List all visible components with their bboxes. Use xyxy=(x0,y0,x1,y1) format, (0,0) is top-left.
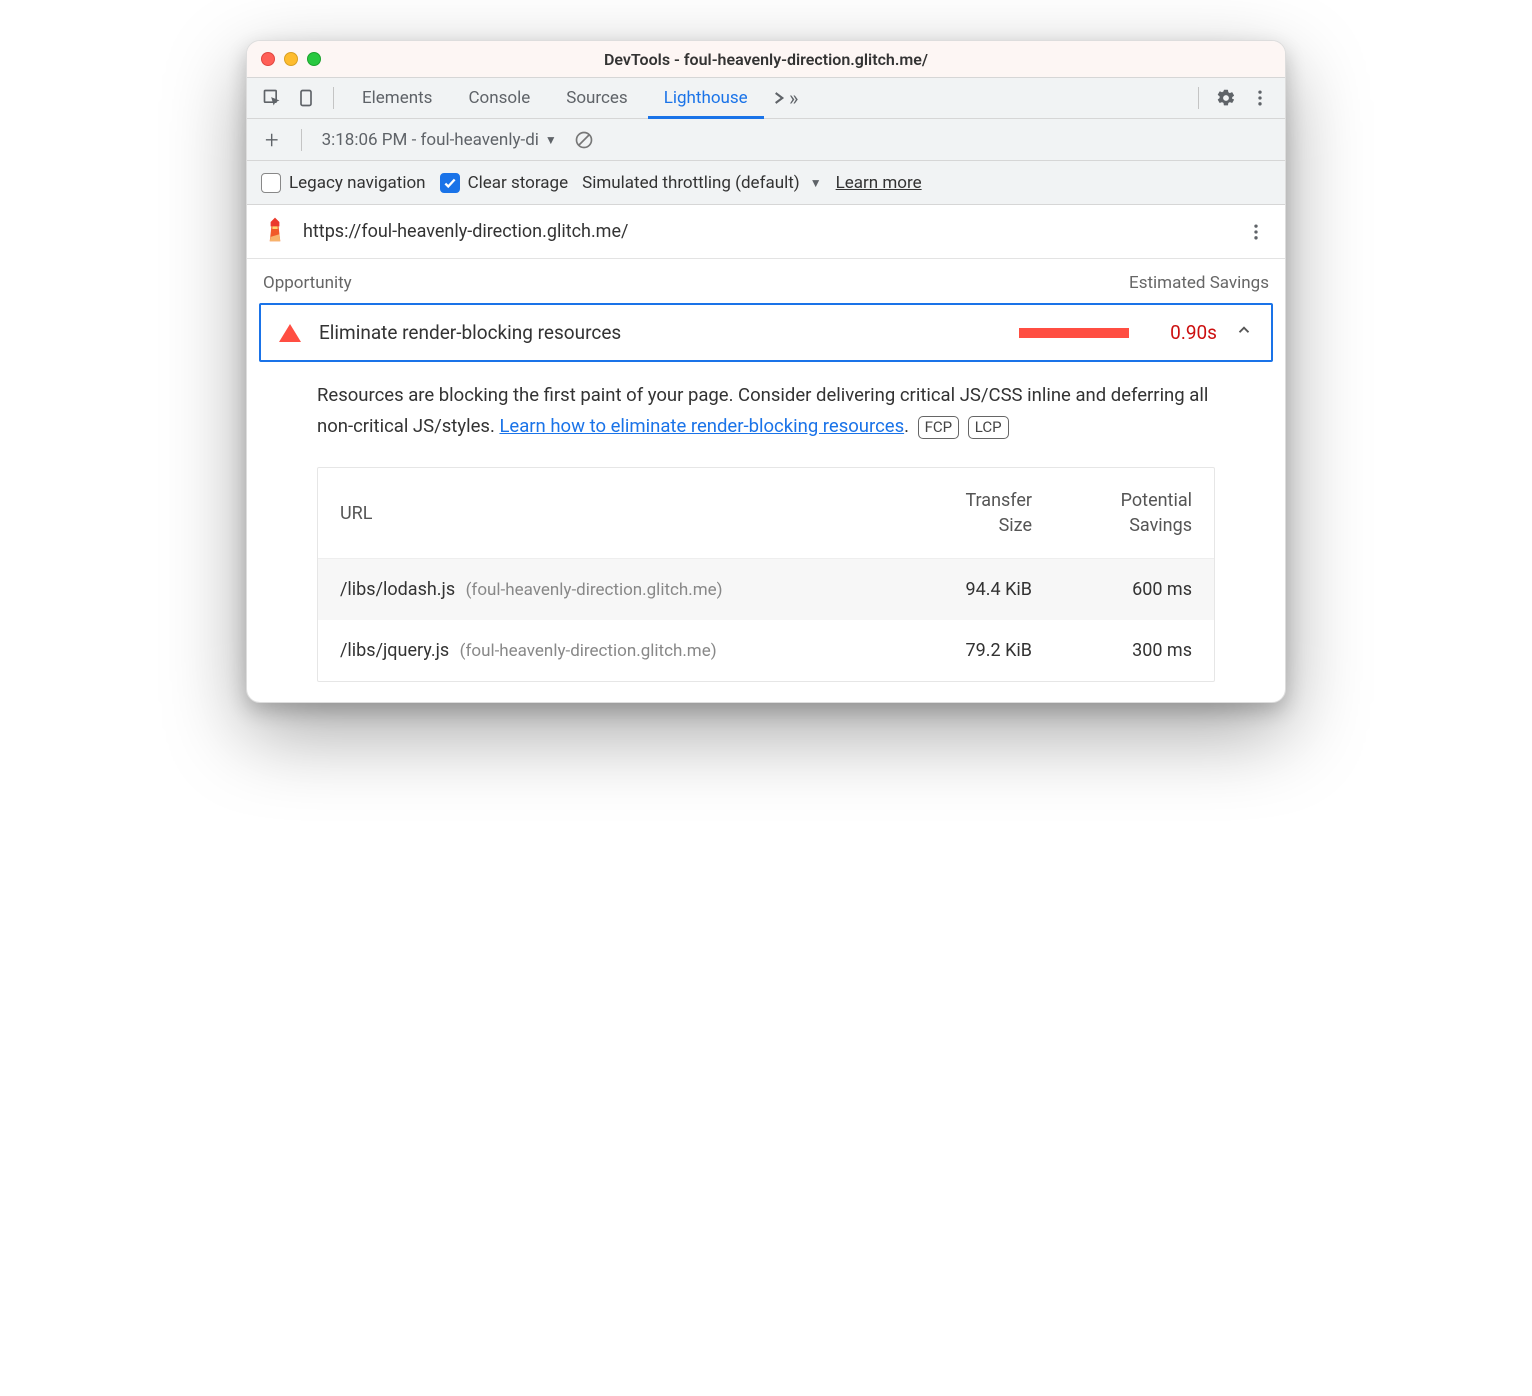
resource-savings: 300 ms xyxy=(1032,640,1192,661)
tab-lighthouse[interactable]: Lighthouse xyxy=(648,77,764,119)
dropdown-caret-icon: ▼ xyxy=(810,176,822,190)
table-row: /libs/jquery.js (foul-heavenly-direction… xyxy=(318,620,1214,681)
checkbox-unchecked-icon xyxy=(261,173,281,193)
legacy-navigation-checkbox[interactable]: Legacy navigation xyxy=(261,173,426,193)
resource-size: 79.2 KiB xyxy=(872,640,1032,661)
desc-text-2: . xyxy=(904,415,909,437)
titlebar: DevTools - foul-heavenly-direction.glitc… xyxy=(247,41,1285,77)
traffic-lights xyxy=(261,52,321,66)
audit-savings-value: 0.90s xyxy=(1147,321,1217,344)
throttling-selector[interactable]: Simulated throttling (default) ▼ xyxy=(582,173,821,193)
inspect-element-icon[interactable] xyxy=(257,83,287,113)
col-header-size: Transfer Size xyxy=(872,488,1032,538)
zoom-window-button[interactable] xyxy=(307,52,321,66)
tab-console[interactable]: Console xyxy=(452,77,546,119)
kebab-menu-icon[interactable] xyxy=(1245,83,1275,113)
tab-elements[interactable]: Elements xyxy=(346,77,448,119)
close-window-button[interactable] xyxy=(261,52,275,66)
throttling-label: Simulated throttling (default) xyxy=(582,173,800,193)
minimize-window-button[interactable] xyxy=(284,52,298,66)
new-report-button[interactable]: + xyxy=(257,126,287,154)
audited-url-row: https://foul-heavenly-direction.glitch.m… xyxy=(247,205,1285,259)
dropdown-caret-icon: ▼ xyxy=(545,133,557,147)
lighthouse-options: Legacy navigation Clear storage Simulate… xyxy=(247,161,1285,205)
more-tabs-icon[interactable]: » xyxy=(768,83,798,113)
resources-table: URL Transfer Size Potential Savings /lib… xyxy=(317,467,1215,682)
audited-url: https://foul-heavenly-direction.glitch.m… xyxy=(303,221,628,242)
resource-size: 94.4 KiB xyxy=(872,579,1032,600)
estimated-savings-heading: Estimated Savings xyxy=(1129,273,1269,293)
report-menu-icon[interactable] xyxy=(1241,217,1271,247)
table-header-row: URL Transfer Size Potential Savings xyxy=(318,468,1214,559)
report-label: 3:18:06 PM - foul-heavenly-di xyxy=(322,130,539,150)
panel-tabs: Elements Console Sources Lighthouse » xyxy=(247,77,1285,119)
resource-host: (foul-heavenly-direction.glitch.me) xyxy=(466,580,723,600)
audit-description: Resources are blocking the first paint o… xyxy=(247,374,1285,457)
devtools-window: DevTools - foul-heavenly-direction.glitc… xyxy=(246,40,1286,703)
divider xyxy=(333,87,334,109)
chevron-up-icon xyxy=(1235,321,1253,344)
clear-icon[interactable] xyxy=(569,125,599,155)
audit-title: Eliminate render-blocking resources xyxy=(319,321,621,344)
resource-path: /libs/lodash.js xyxy=(340,579,455,600)
divider xyxy=(301,129,302,151)
checkbox-checked-icon xyxy=(440,173,460,193)
tab-sources[interactable]: Sources xyxy=(550,77,643,119)
col-header-savings: Potential Savings xyxy=(1032,488,1192,538)
report-selector[interactable]: 3:18:06 PM - foul-heavenly-di ▼ xyxy=(316,130,563,150)
opportunity-heading: Opportunity xyxy=(263,273,352,293)
lighthouse-toolbar: + 3:18:06 PM - foul-heavenly-di ▼ xyxy=(247,119,1285,161)
col-header-url: URL xyxy=(340,503,872,524)
resource-path: /libs/jquery.js xyxy=(340,640,449,661)
window-title: DevTools - foul-heavenly-direction.glitc… xyxy=(247,50,1285,69)
clear-storage-checkbox[interactable]: Clear storage xyxy=(440,173,569,193)
resource-host: (foul-heavenly-direction.glitch.me) xyxy=(460,641,717,661)
metric-badge-fcp: FCP xyxy=(918,416,960,439)
resource-savings: 600 ms xyxy=(1032,579,1192,600)
settings-icon[interactable] xyxy=(1211,83,1241,113)
savings-bar xyxy=(1019,328,1129,338)
learn-more-link[interactable]: Learn more xyxy=(836,173,922,193)
opportunity-section-header: Opportunity Estimated Savings xyxy=(247,259,1285,303)
lighthouse-icon xyxy=(261,215,289,248)
desc-learn-link[interactable]: Learn how to eliminate render-blocking r… xyxy=(499,415,904,437)
clear-label: Clear storage xyxy=(468,173,569,193)
table-row: /libs/lodash.js (foul-heavenly-direction… xyxy=(318,559,1214,620)
fail-triangle-icon xyxy=(279,324,301,342)
divider xyxy=(1198,87,1199,109)
metric-badge-lcp: LCP xyxy=(968,416,1009,439)
audit-render-blocking[interactable]: Eliminate render-blocking resources 0.90… xyxy=(259,303,1273,362)
legacy-label: Legacy navigation xyxy=(289,173,426,193)
device-toolbar-icon[interactable] xyxy=(291,83,321,113)
